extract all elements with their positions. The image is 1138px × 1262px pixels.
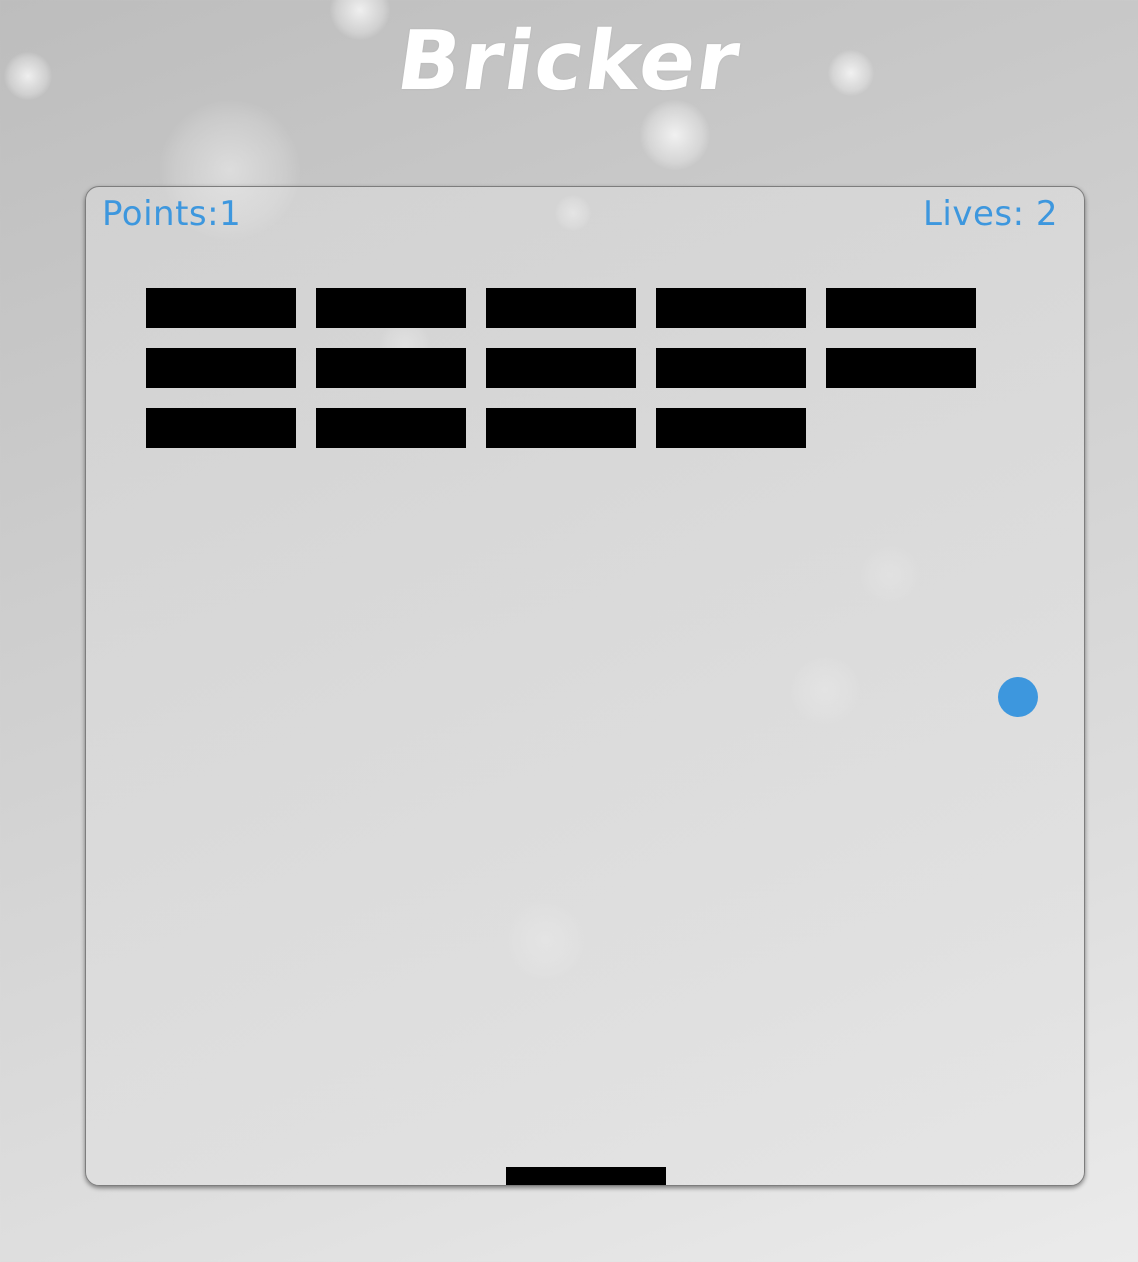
brick xyxy=(316,288,466,328)
brick xyxy=(656,348,806,388)
brick xyxy=(316,348,466,388)
brick xyxy=(486,348,636,388)
brick xyxy=(146,348,296,388)
brick xyxy=(826,288,976,328)
background-bokeh xyxy=(640,100,710,170)
brick xyxy=(486,288,636,328)
points-display: Points:1 xyxy=(102,191,241,237)
paddle[interactable] xyxy=(506,1167,666,1185)
brick xyxy=(146,288,296,328)
game-board[interactable]: Points:1 Lives: 2 xyxy=(85,186,1085,1186)
ball xyxy=(998,677,1038,717)
brick xyxy=(486,408,636,448)
lives-label: Lives: xyxy=(922,194,1025,234)
game-title: Bricker xyxy=(391,14,747,109)
points-label: Points: xyxy=(102,194,220,234)
brick xyxy=(656,408,806,448)
brick xyxy=(146,408,296,448)
points-value: 1 xyxy=(219,194,242,234)
brick xyxy=(316,408,466,448)
lives-value: 2 xyxy=(1035,194,1058,234)
lives-display: Lives: 2 xyxy=(923,191,1058,237)
brick-grid xyxy=(146,288,986,448)
brick xyxy=(656,288,806,328)
brick xyxy=(826,348,976,388)
